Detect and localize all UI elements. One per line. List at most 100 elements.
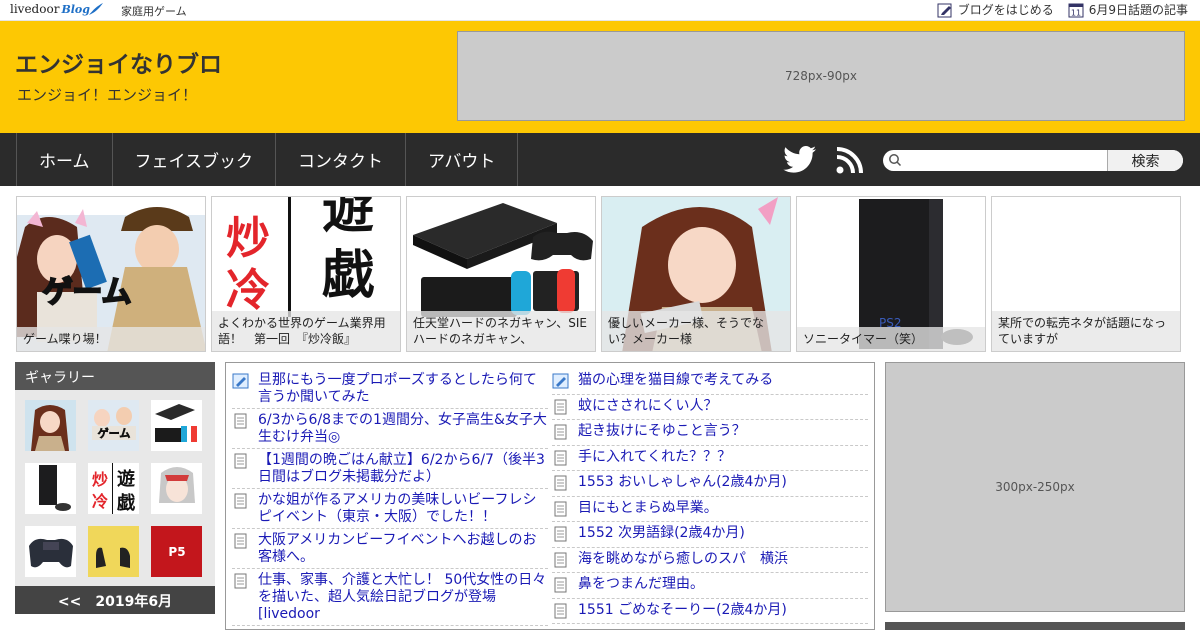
livedoor-blog-logo[interactable]: livedoor Blog bbox=[10, 2, 90, 16]
gallery-thumb[interactable] bbox=[25, 463, 76, 514]
list-item[interactable]: 6/3から6/8までの1週間分、女子高生&女子大生むけ弁当◎ bbox=[232, 409, 548, 449]
list-item[interactable]: 猫の心理を猫目線で考えてみる bbox=[552, 369, 868, 395]
calendar-icon: 11 bbox=[1068, 3, 1084, 17]
gallery-thumb[interactable] bbox=[151, 400, 202, 451]
blog-icon bbox=[232, 373, 249, 389]
list-item[interactable]: 【1週間の晩ごはん献立】6/2から6/7（後半3日間はブログ未掲載分だよ） bbox=[232, 449, 548, 489]
logo-blog-text: Blog bbox=[61, 3, 90, 16]
list-item[interactable]: 旦那にもう一度プロポーズするとしたら何て言うか聞いてみた bbox=[232, 369, 548, 409]
gallery-thumb[interactable]: P5 bbox=[151, 526, 202, 577]
featured-card[interactable]: ゲーム ゲーム喋り場！ bbox=[16, 196, 206, 352]
list-item[interactable]: かな姐が作るアメリカの美味しいビーフレシピイベント（東京・大阪）でした！！ bbox=[232, 489, 548, 529]
article-title: 目にもとまらぬ早業。 bbox=[578, 499, 718, 516]
article-title: 1552 次男語録(2歳4か月) bbox=[578, 525, 745, 541]
svg-text:炒: 炒 bbox=[226, 213, 270, 264]
article-title: 海を眺めながら癒しのスパ 横浜 bbox=[578, 550, 788, 567]
document-icon bbox=[234, 573, 247, 589]
article-title: かな姐が作るアメリカの美味しいビーフレシピイベント（東京・大阪）でした！！ bbox=[258, 492, 537, 525]
nav-item-about[interactable]: アバウト bbox=[406, 133, 519, 186]
list-item[interactable]: 1552 次男語録(2歳4か月) bbox=[552, 522, 868, 548]
gallery-thumb[interactable]: 炒冷遊戯 bbox=[88, 463, 139, 514]
blog-header: エンジョイなりブロ エンジョイ！エンジョイ！ 728px-90px bbox=[0, 21, 1200, 133]
list-item[interactable]: 1553 おいしゃしゃん(2歳4か月) bbox=[552, 471, 868, 497]
document-icon bbox=[554, 603, 567, 618]
gallery-thumb[interactable] bbox=[88, 526, 139, 577]
sidebar-ad-placeholder[interactable]: 300px-250px bbox=[885, 362, 1185, 612]
featured-card[interactable]: 優しいメーカー様、そうでない？メーカー様 bbox=[601, 196, 791, 352]
gallery-thumb[interactable] bbox=[25, 526, 76, 577]
featured-card[interactable]: 炒 冷 遊 戯 よくわかる世界のゲーム業界用語！ 第一回 『炒冷飯』 bbox=[211, 196, 401, 352]
rss-icon[interactable] bbox=[836, 147, 863, 174]
start-blog-label: ブログをはじめる bbox=[957, 3, 1054, 17]
category-link[interactable]: 家庭用ゲーム bbox=[121, 3, 187, 19]
search-input[interactable] bbox=[902, 151, 1106, 170]
logo-text: livedoor bbox=[10, 2, 60, 16]
article-title: 猫の心理を猫目線で考えてみる bbox=[578, 372, 774, 388]
topic-articles-link[interactable]: 11 6月9日話題の記事 bbox=[1068, 1, 1188, 18]
featured-caption: 任天堂ハードのネガキャン、SIEハードのネガキャン、 bbox=[407, 311, 595, 351]
blog-description: エンジョイ！エンジョイ！ bbox=[17, 86, 198, 104]
calendar-header[interactable]: << 2019年6月 bbox=[15, 586, 215, 614]
document-icon bbox=[554, 577, 567, 593]
svg-text:冷: 冷 bbox=[226, 265, 270, 316]
right-sidebar-header bbox=[885, 622, 1185, 630]
featured-card[interactable]: PS2 ソニータイマー（笑） bbox=[796, 196, 986, 352]
article-title: 【1週間の晩ごはん献立】6/2から6/7（後半3日間はブログ未掲載分だよ） bbox=[258, 452, 545, 485]
search-icon bbox=[889, 154, 902, 167]
gallery-title: ギャラリー bbox=[15, 362, 215, 390]
svg-text:ゲーム: ゲーム bbox=[98, 426, 131, 440]
list-item[interactable]: 起き抜けにそゆこと言う？ bbox=[552, 420, 868, 446]
list-item[interactable]: 鼻をつまんだ理由。 bbox=[552, 573, 868, 599]
featured-articles: ゲーム ゲーム喋り場！ 炒 冷 遊 戯 よくわかる世界のゲーム業界用語！ 第一回… bbox=[16, 196, 1181, 352]
sidebar-ad-label: 300px-250px bbox=[995, 480, 1075, 494]
svg-text:遊: 遊 bbox=[117, 468, 135, 490]
document-icon bbox=[234, 533, 247, 549]
article-title: 大阪アメリカンビーフイベントへお越しのお客様へ。 bbox=[258, 532, 537, 565]
featured-caption: ゲーム喋り場！ bbox=[17, 327, 205, 351]
nav-item-contact[interactable]: コンタクト bbox=[276, 133, 406, 186]
list-item[interactable]: 海を眺めながら癒しのスパ 横浜 bbox=[552, 548, 868, 573]
gallery-thumb[interactable] bbox=[25, 400, 76, 451]
list-item[interactable]: 手に入れてくれた？？？ bbox=[552, 446, 868, 471]
article-title: 1551 ごめなそーりー(2歳4か月) bbox=[578, 601, 787, 618]
document-icon bbox=[554, 552, 567, 567]
article-title: 起き抜けにそゆこと言う？ bbox=[578, 423, 746, 439]
left-sidebar: ギャラリー ゲーム 炒冷遊戯 P5 << 2019年6月 bbox=[15, 362, 215, 614]
list-item[interactable]: 1551 ごめなそーりー(2歳4か月) bbox=[552, 599, 868, 624]
header-ad-label: 728px-90px bbox=[785, 69, 857, 83]
gallery-thumb[interactable] bbox=[151, 463, 202, 514]
list-item[interactable]: 蚊にさされにくい人？ bbox=[552, 395, 868, 420]
list-item[interactable]: 仕事、家事、介護と大忙し！ 50代女性の日々を描いた、超人気絵日記ブログが登場[… bbox=[232, 569, 548, 626]
article-title: 蚊にさされにくい人？ bbox=[578, 397, 718, 414]
document-icon bbox=[234, 493, 247, 509]
gallery-grid: ゲーム 炒冷遊戯 P5 bbox=[15, 390, 215, 586]
article-title: 鼻をつまんだ理由。 bbox=[578, 576, 704, 592]
document-icon bbox=[234, 453, 247, 469]
search-button[interactable]: 検索 bbox=[1107, 150, 1183, 171]
twitter-icon[interactable] bbox=[783, 146, 817, 174]
featured-caption: 優しいメーカー様、そうでない？メーカー様 bbox=[602, 311, 790, 351]
article-title: 仕事、家事、介護と大忙し！ 50代女性の日々を描いた、超人気絵日記ブログが登場[… bbox=[258, 572, 547, 622]
document-icon bbox=[554, 424, 567, 440]
list-item[interactable]: 目にもとまらぬ早業。 bbox=[552, 497, 868, 522]
article-title: 旦那にもう一度プロポーズするとしたら何て言うか聞いてみた bbox=[258, 372, 537, 405]
article-title: 手に入れてくれた？？？ bbox=[578, 448, 732, 465]
header-ad-placeholder[interactable]: 728px-90px bbox=[457, 31, 1185, 121]
start-blog-link[interactable]: ブログをはじめる bbox=[937, 1, 1054, 18]
article-title: 1553 おいしゃしゃん(2歳4か月) bbox=[578, 474, 787, 490]
pencil-icon bbox=[937, 3, 952, 17]
nav-item-home[interactable]: ホーム bbox=[17, 133, 113, 186]
list-item[interactable]: 大阪アメリカンビーフイベントへお越しのお客様へ。 bbox=[232, 529, 548, 569]
document-icon bbox=[554, 501, 567, 516]
feather-icon bbox=[89, 3, 103, 15]
blog-title[interactable]: エンジョイなりブロ bbox=[15, 45, 222, 79]
featured-caption: 某所での転売ネタが話題になっていますが bbox=[992, 311, 1180, 351]
svg-text:冷: 冷 bbox=[92, 492, 108, 511]
document-icon bbox=[554, 475, 567, 491]
featured-caption: よくわかる世界のゲーム業界用語！ 第一回 『炒冷飯』 bbox=[212, 311, 400, 351]
gallery-thumb[interactable]: ゲーム bbox=[88, 400, 139, 451]
featured-card[interactable]: 任天堂ハードのネガキャン、SIEハードのネガキャン、 bbox=[406, 196, 596, 352]
article-title: 6/3から6/8までの1週間分、女子高生&女子大生むけ弁当◎ bbox=[258, 412, 547, 445]
featured-card[interactable]: 某所での転売ネタが話題になっていますが bbox=[991, 196, 1181, 352]
nav-item-facebook[interactable]: フェイスブック bbox=[113, 133, 276, 186]
